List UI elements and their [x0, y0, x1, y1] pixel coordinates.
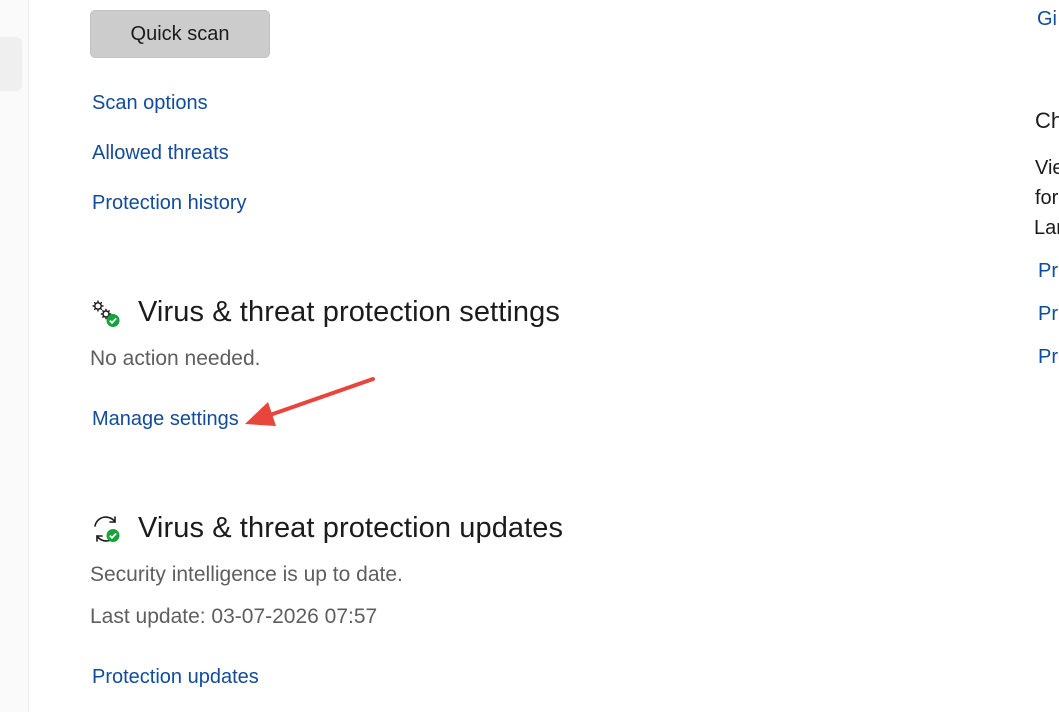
settings-status-text: No action needed.: [90, 347, 261, 370]
main-content: Quick scan Scan options Allowed threats …: [90, 0, 970, 712]
annotation-arrow-icon: [245, 377, 375, 426]
protection-updates-link[interactable]: Protection updates: [92, 666, 259, 689]
updates-status-text: Security intelligence is up to date.: [90, 563, 403, 586]
last-update-text: Last update: 03-07-2026 07:57: [90, 605, 378, 628]
allowed-threats-link[interactable]: Allowed threats: [92, 142, 229, 165]
right-text-line: for: [1035, 187, 1059, 209]
settings-section-title: Virus & threat protection settings: [138, 296, 560, 328]
right-text-line: Vie: [1035, 157, 1059, 179]
quick-scan-button[interactable]: Quick scan: [90, 10, 270, 58]
refresh-check-icon: [90, 513, 122, 545]
right-text-line: Lar: [1034, 217, 1059, 239]
right-panel: Gi Ch Vie for Lar Pri Pri Pri: [1030, 0, 1059, 712]
gear-check-icon: [90, 298, 122, 330]
right-top-link[interactable]: Gi: [1037, 8, 1057, 31]
right-privacy-link[interactable]: Pri: [1038, 260, 1059, 283]
right-privacy-link[interactable]: Pri: [1038, 346, 1059, 369]
right-heading: Ch: [1035, 108, 1059, 133]
scan-options-link[interactable]: Scan options: [92, 92, 208, 115]
windows-security-page: Quick scan Scan options Allowed threats …: [0, 0, 1059, 712]
manage-settings-link[interactable]: Manage settings: [92, 408, 239, 431]
left-nav: [0, 0, 29, 712]
updates-section-title: Virus & threat protection updates: [138, 512, 564, 544]
nav-selected-indicator[interactable]: [0, 37, 22, 91]
right-privacy-link[interactable]: Pri: [1038, 303, 1059, 326]
protection-history-link[interactable]: Protection history: [92, 192, 247, 215]
